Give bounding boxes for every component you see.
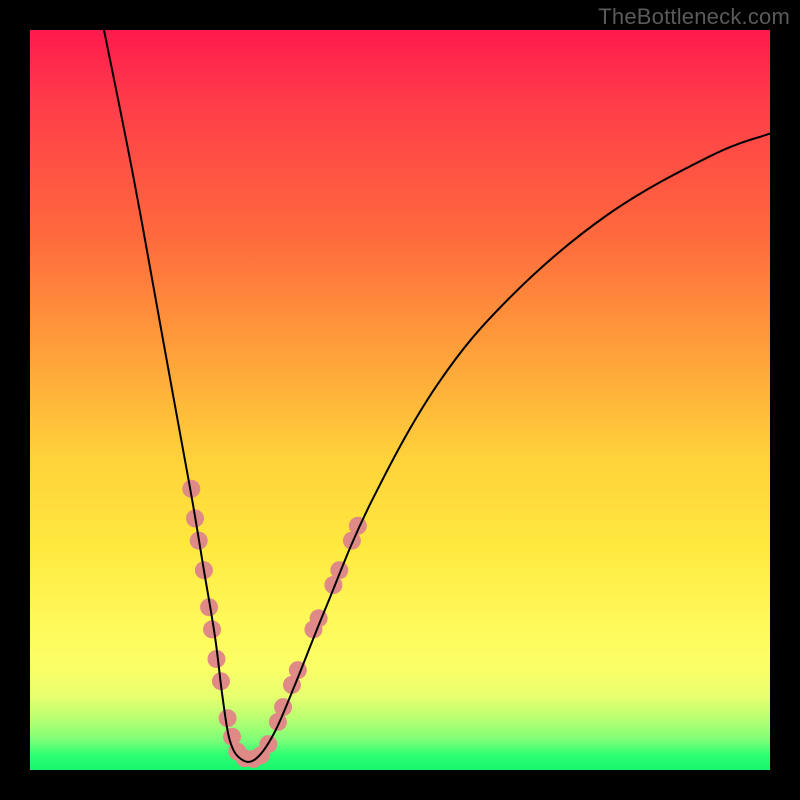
- marker-dot: [259, 735, 277, 753]
- watermark-text: TheBottleneck.com: [598, 4, 790, 30]
- marker-dot: [228, 743, 246, 761]
- marker-dot: [212, 672, 230, 690]
- marker-dot: [200, 598, 218, 616]
- marker-dot: [310, 609, 328, 627]
- marker-dot: [223, 728, 241, 746]
- markers-layer: [182, 480, 367, 768]
- marker-dot: [269, 713, 287, 731]
- marker-dot: [186, 509, 204, 527]
- line-layer: [104, 30, 770, 762]
- marker-dot: [219, 709, 237, 727]
- marker-dot: [289, 661, 307, 679]
- marker-dot: [274, 698, 292, 716]
- marker-dot: [304, 620, 322, 638]
- marker-dot: [195, 561, 213, 579]
- chart-frame: TheBottleneck.com: [0, 0, 800, 800]
- marker-dot: [349, 517, 367, 535]
- marker-dot: [203, 620, 221, 638]
- marker-dot: [324, 576, 342, 594]
- marker-dot: [190, 532, 208, 550]
- plot-area: [30, 30, 770, 770]
- marker-dot: [330, 561, 348, 579]
- marker-dot: [283, 676, 301, 694]
- marker-dot: [182, 480, 200, 498]
- bottleneck-curve: [104, 30, 770, 762]
- marker-dot: [236, 749, 254, 767]
- marker-dot: [343, 532, 361, 550]
- curve-layer: [30, 30, 770, 770]
- marker-dot: [207, 650, 225, 668]
- marker-dot: [244, 750, 262, 768]
- marker-dot: [252, 746, 270, 764]
